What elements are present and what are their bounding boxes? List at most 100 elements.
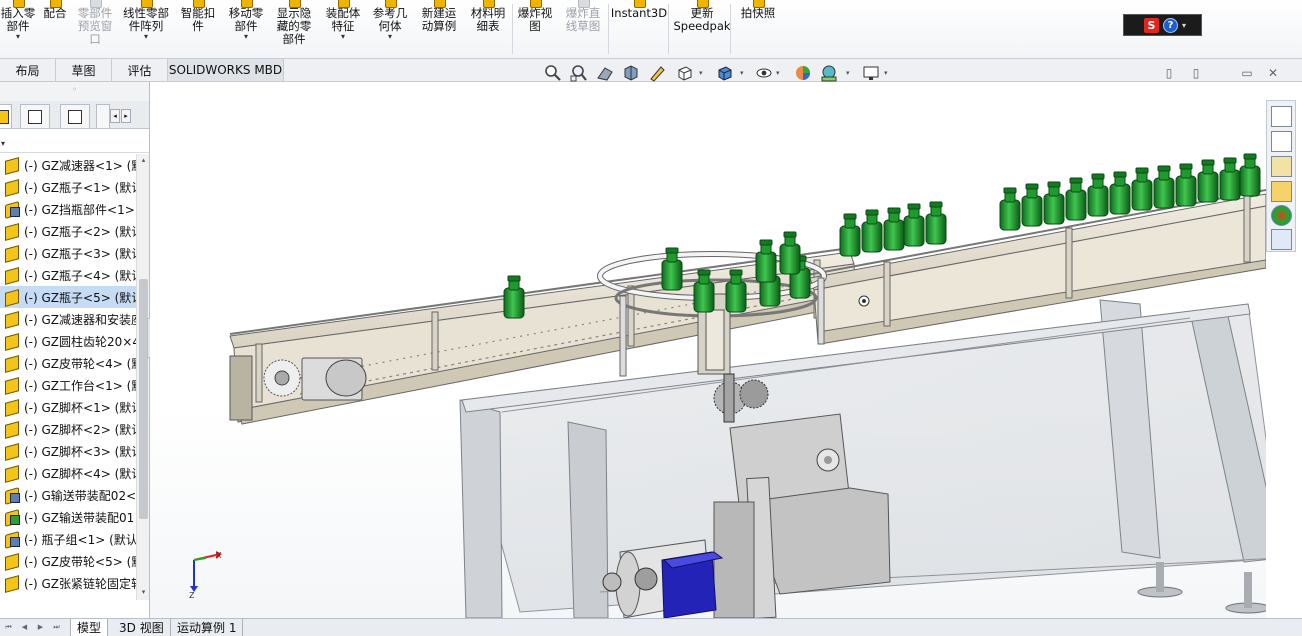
tree-item[interactable]: (-) GZ瓶子<2> (默认 <box>0 220 136 242</box>
tree-item[interactable]: (-) GZ脚杯<1> (默认 <box>0 396 136 418</box>
restore-right-icon[interactable]: ▯ <box>1189 66 1203 80</box>
search-box[interactable]: S ? ▾ <box>1123 14 1202 36</box>
assembly-features-button[interactable]: 装配体 特征 ▾ <box>320 0 366 58</box>
tab-3d-view[interactable]: 3D 视图 <box>113 619 171 636</box>
insert-component-dropdown-icon[interactable]: ▾ <box>16 33 20 41</box>
nav-last-icon[interactable]: ⏭ <box>50 621 63 634</box>
explode-line-sketch-button[interactable]: 爆炸直 线草图 <box>560 0 606 58</box>
tree-item[interactable]: (-) GZ脚杯<3> (默认 <box>0 440 136 462</box>
tree-item[interactable]: (-) 瓶子组<1> (默认 <box>0 528 136 550</box>
display-style-dropdown-icon[interactable]: ▾ <box>740 69 744 77</box>
reference-geometry-button[interactable]: 参考几 何体 ▾ <box>368 0 412 58</box>
scroll-left-icon[interactable]: ◂ <box>110 109 120 123</box>
nav-first-icon[interactable]: ⏮ <box>2 621 15 634</box>
configuration-manager-tab[interactable] <box>60 104 90 128</box>
solidworks-resources-icon[interactable] <box>1271 106 1292 127</box>
hide-show-dropdown-icon[interactable]: ▾ <box>776 69 780 77</box>
tree-item[interactable]: (-) GZ瓶子<5> (默认 <box>0 286 136 308</box>
custom-properties-icon[interactable] <box>1271 229 1292 250</box>
mate-button[interactable]: 配合 <box>38 0 72 58</box>
nav-prev-icon[interactable]: ◀ <box>18 621 31 634</box>
section-view-icon[interactable] <box>622 64 640 82</box>
tree-item[interactable]: (-) GZ工作台<1> (默 <box>0 374 136 396</box>
tree-item[interactable]: (-) GZ张紧链轮固定轴 <box>0 572 136 594</box>
apply-scene-dropdown-icon[interactable]: ▾ <box>846 69 850 77</box>
assembly-features-dropdown-icon[interactable]: ▾ <box>341 33 345 41</box>
graphics-area[interactable]: X Z <box>150 82 1266 618</box>
search-dropdown-icon[interactable]: ▾ <box>1182 21 1186 30</box>
reference-geometry-dropdown-icon[interactable]: ▾ <box>388 33 392 41</box>
tab-sketch[interactable]: 草图 <box>56 59 112 81</box>
scroll-up-icon[interactable]: ▴ <box>139 156 148 166</box>
tree-item[interactable]: (-) GZ皮带轮<5> (默 <box>0 550 136 572</box>
update-speedpak-button[interactable]: 更新 Speedpak <box>672 0 732 58</box>
show-hidden-button[interactable]: 显示隐 藏的零 部件 <box>270 0 318 58</box>
tree-item[interactable]: (-) GZ减速器<1> (默认 <box>0 154 136 176</box>
file-explorer-icon[interactable] <box>1271 156 1292 177</box>
tab-layout[interactable]: 布局 <box>0 59 56 81</box>
previous-view-icon[interactable] <box>596 64 614 82</box>
tree-item[interactable]: (-) GZ脚杯<2> (默认 <box>0 418 136 440</box>
zoom-to-fit-icon[interactable] <box>544 64 562 82</box>
minimize-window-icon[interactable]: ▭ <box>1240 66 1254 80</box>
dynamic-annotation-icon[interactable] <box>648 64 666 82</box>
exploded-view-button[interactable]: 爆炸视 图 <box>512 0 558 58</box>
edit-appearance-icon[interactable] <box>794 64 812 82</box>
restore-left-icon[interactable]: ▯ <box>1162 66 1176 80</box>
new-motion-study-button[interactable]: 新建运 动算例 <box>414 0 464 58</box>
assembly-model[interactable]: X Z <box>150 82 1266 618</box>
bill-of-materials-button[interactable]: 材料明 细表 <box>466 0 510 58</box>
nav-next-icon[interactable]: ▶ <box>34 621 47 634</box>
linear-pattern-button[interactable]: 线性零部 件阵列 ▾ <box>118 0 174 58</box>
tree-item[interactable]: (-) GZ输送带装配01 <box>0 506 136 528</box>
apply-scene-icon[interactable] <box>820 64 838 82</box>
instant3d-button[interactable]: Instant3D <box>610 0 668 58</box>
property-manager-tab[interactable] <box>20 104 50 128</box>
smart-fasteners-button[interactable]: 智能扣 件 <box>176 0 220 58</box>
tab-model[interactable]: 模型 <box>70 619 109 636</box>
filter-dropdown-icon[interactable]: ▾ <box>1 139 5 148</box>
dim-xpert-tab[interactable] <box>96 104 110 128</box>
bottle <box>861 209 883 253</box>
view-orientation-icon[interactable] <box>676 64 694 82</box>
tab-solidworks-mbd[interactable]: SOLIDWORKS MBD <box>168 59 284 81</box>
design-library-icon[interactable] <box>1271 131 1292 152</box>
scrollbar-thumb[interactable] <box>139 279 148 519</box>
appearances-icon[interactable] <box>1271 205 1292 226</box>
move-component-button[interactable]: 移动零 部件 ▾ <box>222 0 270 58</box>
move-component-dropdown-icon[interactable]: ▾ <box>244 33 248 41</box>
panel-grip[interactable]: ◦ <box>0 82 149 101</box>
insert-component-button[interactable]: 插入零 部件 ▾ <box>0 0 36 58</box>
tree-item-label: (-) G输送带装配02< <box>24 488 136 503</box>
scroll-right-icon[interactable]: ▸ <box>121 109 131 123</box>
tree-item[interactable]: (-) GZ脚杯<4> (默认 <box>0 462 136 484</box>
tree-item-label: (-) GZ瓶子<3> (默认 <box>24 246 136 261</box>
tree-item[interactable]: (-) GZ圆柱齿轮20×4 <box>0 330 136 352</box>
part-icon <box>3 575 21 592</box>
tree-item[interactable]: (-) GZ瓶子<3> (默认 <box>0 242 136 264</box>
view-settings-dropdown-icon[interactable]: ▾ <box>884 69 888 77</box>
linear-pattern-dropdown-icon[interactable]: ▾ <box>144 33 148 41</box>
tree-item[interactable]: (-) GZ瓶子<4> (默认 <box>0 264 136 286</box>
view-palette-icon[interactable] <box>1271 181 1292 202</box>
close-window-icon[interactable]: ✕ <box>1266 66 1280 80</box>
take-snapshot-button[interactable]: 拍快照 <box>736 0 780 58</box>
zoom-to-area-icon[interactable] <box>570 64 588 82</box>
tab-evaluate[interactable]: 评估 <box>112 59 168 81</box>
tree-item[interactable]: (-) GZ皮带轮<4> (默 <box>0 352 136 374</box>
feature-manager-tab[interactable] <box>0 104 12 128</box>
display-style-icon[interactable] <box>716 64 734 82</box>
tab-motion-study-1[interactable]: 运动算例 1 <box>171 619 244 636</box>
hide-show-items-icon[interactable] <box>755 64 773 82</box>
tree-item[interactable]: (-) GZ挡瓶部件<1> <box>0 198 136 220</box>
scroll-down-icon[interactable]: ▾ <box>139 588 148 598</box>
triad-x-label: X <box>216 551 222 560</box>
tree-item[interactable]: (-) GZ减速器和安装座 <box>0 308 136 330</box>
view-orientation-dropdown-icon[interactable]: ▾ <box>699 69 703 77</box>
tree-item[interactable]: (-) GZ瓶子<1> (默认 <box>0 176 136 198</box>
component-preview-button[interactable]: 零部件 预览窗 口 <box>74 0 116 58</box>
tree-item[interactable]: (-) G输送带装配02< <box>0 484 136 506</box>
tree-scrollbar[interactable]: ▴ ▾ <box>136 154 149 600</box>
view-settings-icon[interactable] <box>862 64 880 82</box>
help-icon[interactable]: ? <box>1163 17 1178 33</box>
